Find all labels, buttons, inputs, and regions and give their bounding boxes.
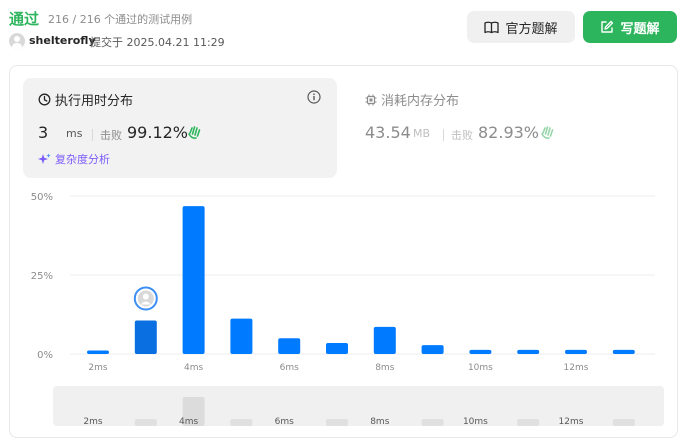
bar[interactable] — [421, 345, 444, 354]
navigator-label: 8ms — [370, 417, 389, 427]
bar[interactable] — [612, 349, 635, 354]
bar[interactable] — [230, 318, 253, 354]
navigator-label: 12ms — [559, 417, 584, 427]
bar[interactable] — [373, 326, 396, 354]
y-tick-label: 50% — [31, 192, 53, 203]
avatar-head — [142, 293, 149, 300]
x-tick-label: 10ms — [468, 363, 493, 373]
navigator-label: 6ms — [275, 417, 294, 427]
bar[interactable] — [326, 342, 348, 354]
bar[interactable] — [87, 350, 109, 354]
bar[interactable] — [182, 206, 205, 354]
navigator-label: 10ms — [463, 417, 488, 427]
y-tick-label: 0% — [37, 350, 53, 361]
x-tick-label: 12ms — [564, 363, 589, 373]
navigator-bar — [517, 419, 540, 426]
navigator-bar — [230, 419, 253, 426]
navigator-bar — [326, 419, 348, 426]
bar[interactable] — [278, 338, 301, 354]
navigator-bar — [421, 419, 444, 426]
runtime-distribution-chart: 50% 25% 0% 2ms 4ms 6ms 8ms 10ms 12ms 2ms 4ms 6ms 8ms… — [31, 192, 664, 427]
bar[interactable] — [134, 320, 157, 354]
x-tick-label: 2ms — [88, 363, 107, 373]
navigator-bar — [612, 419, 635, 426]
navigator-label: 4ms — [179, 417, 198, 427]
x-tick-label: 8ms — [375, 363, 394, 373]
bar[interactable] — [565, 349, 587, 354]
navigator-label: 2ms — [83, 417, 102, 427]
bar[interactable] — [517, 349, 540, 354]
y-tick-label: 25% — [31, 271, 53, 282]
navigator-bar — [134, 419, 157, 426]
x-tick-label: 6ms — [280, 363, 299, 373]
x-tick-label: 4ms — [184, 363, 203, 373]
bar[interactable] — [469, 349, 492, 354]
